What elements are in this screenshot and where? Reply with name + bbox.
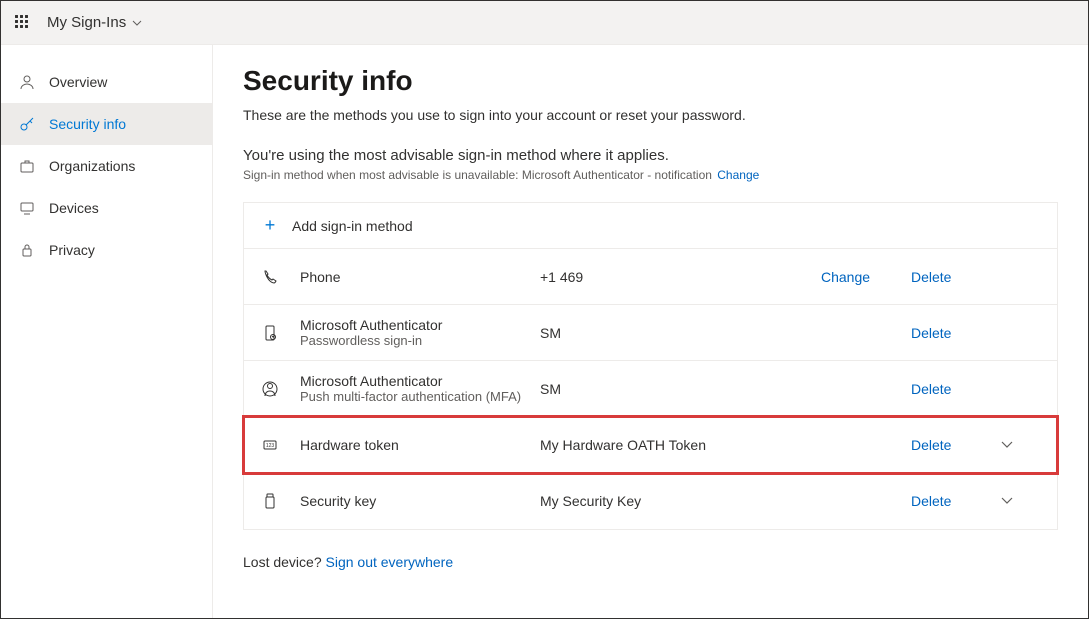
change-link[interactable]: Change [821,269,911,285]
sidebar-item-devices[interactable]: Devices [1,187,212,229]
page-title: Security info [243,65,1058,97]
method-value: My Hardware OATH Token [540,437,821,453]
plus-icon: + [260,215,280,236]
method-row: Microsoft AuthenticatorPush multi-factor… [244,361,1057,417]
method-value: SM [540,325,821,341]
advisable-text: You're using the most advisable sign-in … [243,147,1058,164]
method-value: My Security Key [540,493,821,509]
delete-link[interactable]: Delete [911,269,1001,285]
method-sub: Passwordless sign-in [300,333,540,348]
app-title[interactable]: My Sign-Ins [47,14,126,31]
method-value: +1 469 [540,269,821,285]
method-name: Microsoft Authenticator [300,317,540,333]
add-method-label: Add sign-in method [292,218,413,234]
delete-link[interactable]: Delete [911,493,1001,509]
svg-text:123: 123 [266,443,275,449]
sidebar-item-organizations[interactable]: Organizations [1,145,212,187]
change-default-link[interactable]: Change [717,168,759,182]
waffle-icon[interactable] [15,15,31,31]
briefcase-icon [17,158,37,174]
method-row: Microsoft AuthenticatorPasswordless sign… [244,305,1057,361]
mobile-check-icon [260,324,280,342]
chevron-down-icon[interactable] [132,20,142,26]
method-name-cell: Security key [300,493,540,509]
method-name: Security key [300,493,540,509]
method-name: Hardware token [300,437,540,453]
method-name-cell: Hardware token [300,437,540,453]
monitor-icon [17,200,37,216]
delete-link[interactable]: Delete [911,381,1001,397]
lost-device-section: Lost device? Sign out everywhere [243,554,1058,570]
sidebar-item-label: Organizations [49,158,135,174]
method-row: Security keyMy Security Key Delete [244,473,1057,529]
usb-key-icon [260,492,280,510]
expand-chevron-icon[interactable] [1001,497,1041,505]
method-name-cell: Phone [300,269,540,285]
token-icon: 123 [260,436,280,454]
sidebar-item-overview[interactable]: Overview [1,61,212,103]
delete-link[interactable]: Delete [911,325,1001,341]
sidebar: Overview Security info Organizations Dev… [1,45,213,618]
method-name: Phone [300,269,540,285]
methods-list: + Add sign-in method Phone+1 469ChangeDe… [243,202,1058,530]
phone-icon [260,268,280,286]
sidebar-item-label: Security info [49,116,126,132]
sidebar-item-security-info[interactable]: Security info [1,103,212,145]
sidebar-item-privacy[interactable]: Privacy [1,229,212,271]
advisable-sub-text: Sign-in method when most advisable is un… [243,168,1058,182]
method-name-cell: Microsoft AuthenticatorPasswordless sign… [300,317,540,348]
method-sub: Push multi-factor authentication (MFA) [300,389,540,404]
sidebar-item-label: Devices [49,200,99,216]
method-row: 123 Hardware tokenMy Hardware OATH Token D… [244,417,1057,473]
method-name-cell: Microsoft AuthenticatorPush multi-factor… [300,373,540,404]
method-name: Microsoft Authenticator [300,373,540,389]
expand-chevron-icon[interactable] [1001,441,1041,449]
lock-icon [17,242,37,258]
delete-link[interactable]: Delete [911,437,1001,453]
person-icon [17,74,37,90]
page-subtitle: These are the methods you use to sign in… [243,107,1058,123]
add-method-button[interactable]: + Add sign-in method [244,203,1057,249]
key-icon [17,116,37,132]
sign-out-everywhere-link[interactable]: Sign out everywhere [326,554,454,570]
main-content: Security info These are the methods you … [213,45,1088,618]
sidebar-item-label: Privacy [49,242,95,258]
sidebar-item-label: Overview [49,74,107,90]
app-header: My Sign-Ins [1,1,1088,45]
method-value: SM [540,381,821,397]
person-circle-icon [260,380,280,398]
method-row: Phone+1 469ChangeDelete [244,249,1057,305]
